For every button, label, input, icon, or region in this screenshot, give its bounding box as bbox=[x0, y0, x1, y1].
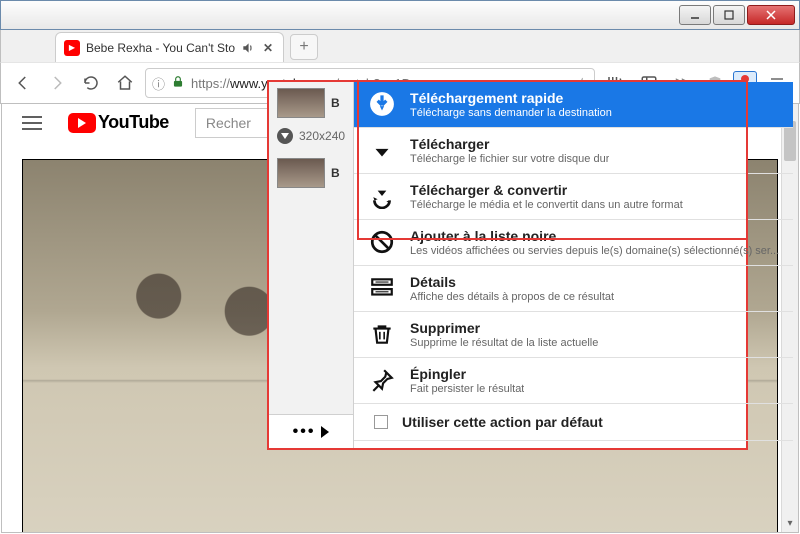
back-button[interactable] bbox=[9, 69, 37, 97]
tab-close-icon[interactable]: ✕ bbox=[261, 41, 275, 55]
menu-item-desc: Télécharge sans demander la destination bbox=[410, 107, 612, 119]
menu-item-desc: Fait persister le résultat bbox=[410, 383, 524, 395]
result-label: B bbox=[331, 96, 340, 110]
youtube-brand-text: YouTube bbox=[98, 112, 169, 133]
menu-item-title: Télécharger bbox=[410, 136, 609, 152]
download-icon bbox=[368, 136, 396, 164]
result-item[interactable]: B bbox=[269, 82, 353, 124]
menu-item-title: Supprimer bbox=[410, 320, 598, 336]
menu-item-desc: Supprime le résultat de la liste actuell… bbox=[410, 337, 598, 349]
youtube-play-icon bbox=[68, 113, 96, 133]
tab-audio-icon[interactable] bbox=[241, 41, 255, 55]
blacklist-icon bbox=[368, 228, 396, 256]
window-close-button[interactable] bbox=[747, 5, 795, 25]
menu-item-quick-download[interactable]: Téléchargement rapideTélécharge sans dem… bbox=[354, 82, 793, 128]
menu-item-default-action[interactable]: Utiliser cette action par défaut bbox=[354, 404, 793, 441]
more-dots-icon: ••• bbox=[293, 423, 316, 441]
menu-item-pin[interactable]: ÉpinglerFait persister le résultat bbox=[354, 358, 793, 404]
menu-item-blacklist[interactable]: Ajouter à la liste noireLes vidéos affic… bbox=[354, 220, 793, 266]
menu-item-desc: Télécharge le média et le convertit dans… bbox=[410, 199, 683, 211]
result-thumbnail bbox=[277, 88, 325, 118]
default-action-checkbox[interactable] bbox=[374, 415, 388, 429]
window-minimize-button[interactable] bbox=[679, 5, 711, 25]
menu-item-title: Détails bbox=[410, 274, 614, 290]
quick-download-icon bbox=[368, 90, 396, 118]
reload-button[interactable] bbox=[77, 69, 105, 97]
download-badge-icon bbox=[277, 128, 293, 144]
panel-more-button[interactable]: ••• bbox=[269, 414, 353, 448]
youtube-favicon bbox=[64, 40, 80, 56]
convert-icon bbox=[368, 182, 396, 210]
menu-item-desc: Télécharge le fichier sur votre disque d… bbox=[410, 153, 609, 165]
browser-tab[interactable]: Bebe Rexha - You Can't Sto ✕ bbox=[55, 32, 284, 62]
forward-button[interactable] bbox=[43, 69, 71, 97]
result-item[interactable]: B bbox=[269, 152, 353, 194]
site-info-icon[interactable]: ⓘ bbox=[152, 74, 165, 93]
scroll-down-button[interactable]: ▾ bbox=[782, 515, 798, 532]
menu-item-title: Ajouter à la liste noire bbox=[410, 228, 779, 244]
menu-item-title: Téléchargement rapide bbox=[410, 90, 612, 106]
menu-item-details[interactable]: DétailsAffiche des détails à propos de c… bbox=[354, 266, 793, 312]
lock-icon bbox=[171, 75, 185, 92]
youtube-menu-button[interactable] bbox=[22, 116, 42, 130]
downloader-panel: B 320x240 B ••• Téléchargement rapideTél… bbox=[267, 80, 748, 450]
menu-item-desc: Les vidéos affichées ou servies depuis l… bbox=[410, 245, 779, 257]
tab-title: Bebe Rexha - You Can't Sto bbox=[86, 41, 235, 55]
panel-results-column: B 320x240 B ••• bbox=[269, 82, 354, 448]
details-icon bbox=[368, 274, 396, 302]
result-thumbnail bbox=[277, 158, 325, 188]
trash-icon bbox=[368, 320, 396, 348]
menu-item-delete[interactable]: SupprimerSupprime le résultat de la list… bbox=[354, 312, 793, 358]
new-tab-button[interactable]: + bbox=[290, 34, 318, 60]
menu-item-title: Télécharger & convertir bbox=[410, 182, 683, 198]
youtube-logo[interactable]: YouTube bbox=[68, 112, 169, 133]
browser-tabstrip: Bebe Rexha - You Can't Sto ✕ + bbox=[0, 30, 800, 62]
window-titlebar bbox=[0, 0, 800, 30]
action-menu: Téléchargement rapideTélécharge sans dem… bbox=[354, 82, 793, 448]
window-maximize-button[interactable] bbox=[713, 5, 745, 25]
menu-item-download[interactable]: TéléchargerTélécharge le fichier sur vot… bbox=[354, 128, 793, 174]
home-button[interactable] bbox=[111, 69, 139, 97]
menu-item-title: Épingler bbox=[410, 366, 524, 382]
result-label: B bbox=[331, 166, 340, 180]
menu-item-desc: Affiche des détails à propos de ce résul… bbox=[410, 291, 614, 303]
play-triangle-icon bbox=[321, 426, 329, 438]
menu-item-download-convert[interactable]: Télécharger & convertirTélécharge le méd… bbox=[354, 174, 793, 220]
result-resolution-row[interactable]: 320x240 bbox=[269, 124, 353, 152]
menu-item-title: Utiliser cette action par défaut bbox=[402, 414, 603, 430]
resolution-text: 320x240 bbox=[299, 129, 345, 143]
pin-icon bbox=[368, 366, 396, 394]
